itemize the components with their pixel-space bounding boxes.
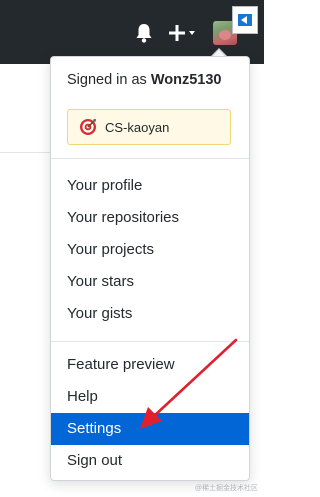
menu-item-your-profile[interactable]: Your profile (51, 170, 249, 202)
menu-item-your-repositories[interactable]: Your repositories (51, 202, 249, 234)
set-status-button[interactable]: CS-kaoyan (67, 109, 231, 145)
user-dropdown-menu: Signed in as Wonz5130 CS-kaoyan Your pro… (50, 56, 250, 481)
page-divider (0, 152, 50, 153)
menu-divider (51, 341, 249, 342)
signed-in-label: Signed in as (67, 72, 151, 88)
triangle-left-icon (241, 16, 247, 24)
chevron-down-icon[interactable] (189, 31, 195, 35)
menu-item-feature-preview[interactable]: Feature preview (51, 349, 249, 381)
collapse-panel-button[interactable] (232, 6, 258, 34)
plus-icon[interactable] (168, 24, 186, 42)
menu-item-your-stars[interactable]: Your stars (51, 266, 249, 298)
menu-item-settings[interactable]: Settings (51, 413, 249, 445)
menu-divider (51, 158, 249, 159)
signed-in-header: Signed in as Wonz5130 (67, 72, 222, 88)
menu-item-help[interactable]: Help (51, 381, 249, 413)
menu-item-your-gists[interactable]: Your gists (51, 298, 249, 330)
dart-target-icon (80, 118, 97, 135)
watermark-text: @稀土掘金技术社区 (194, 485, 258, 492)
status-text: CS-kaoyan (105, 120, 170, 135)
bell-icon[interactable] (134, 22, 154, 44)
username: Wonz5130 (150, 72, 222, 88)
menu-item-sign-out[interactable]: Sign out (51, 445, 249, 477)
menu-item-your-projects[interactable]: Your projects (51, 234, 249, 266)
